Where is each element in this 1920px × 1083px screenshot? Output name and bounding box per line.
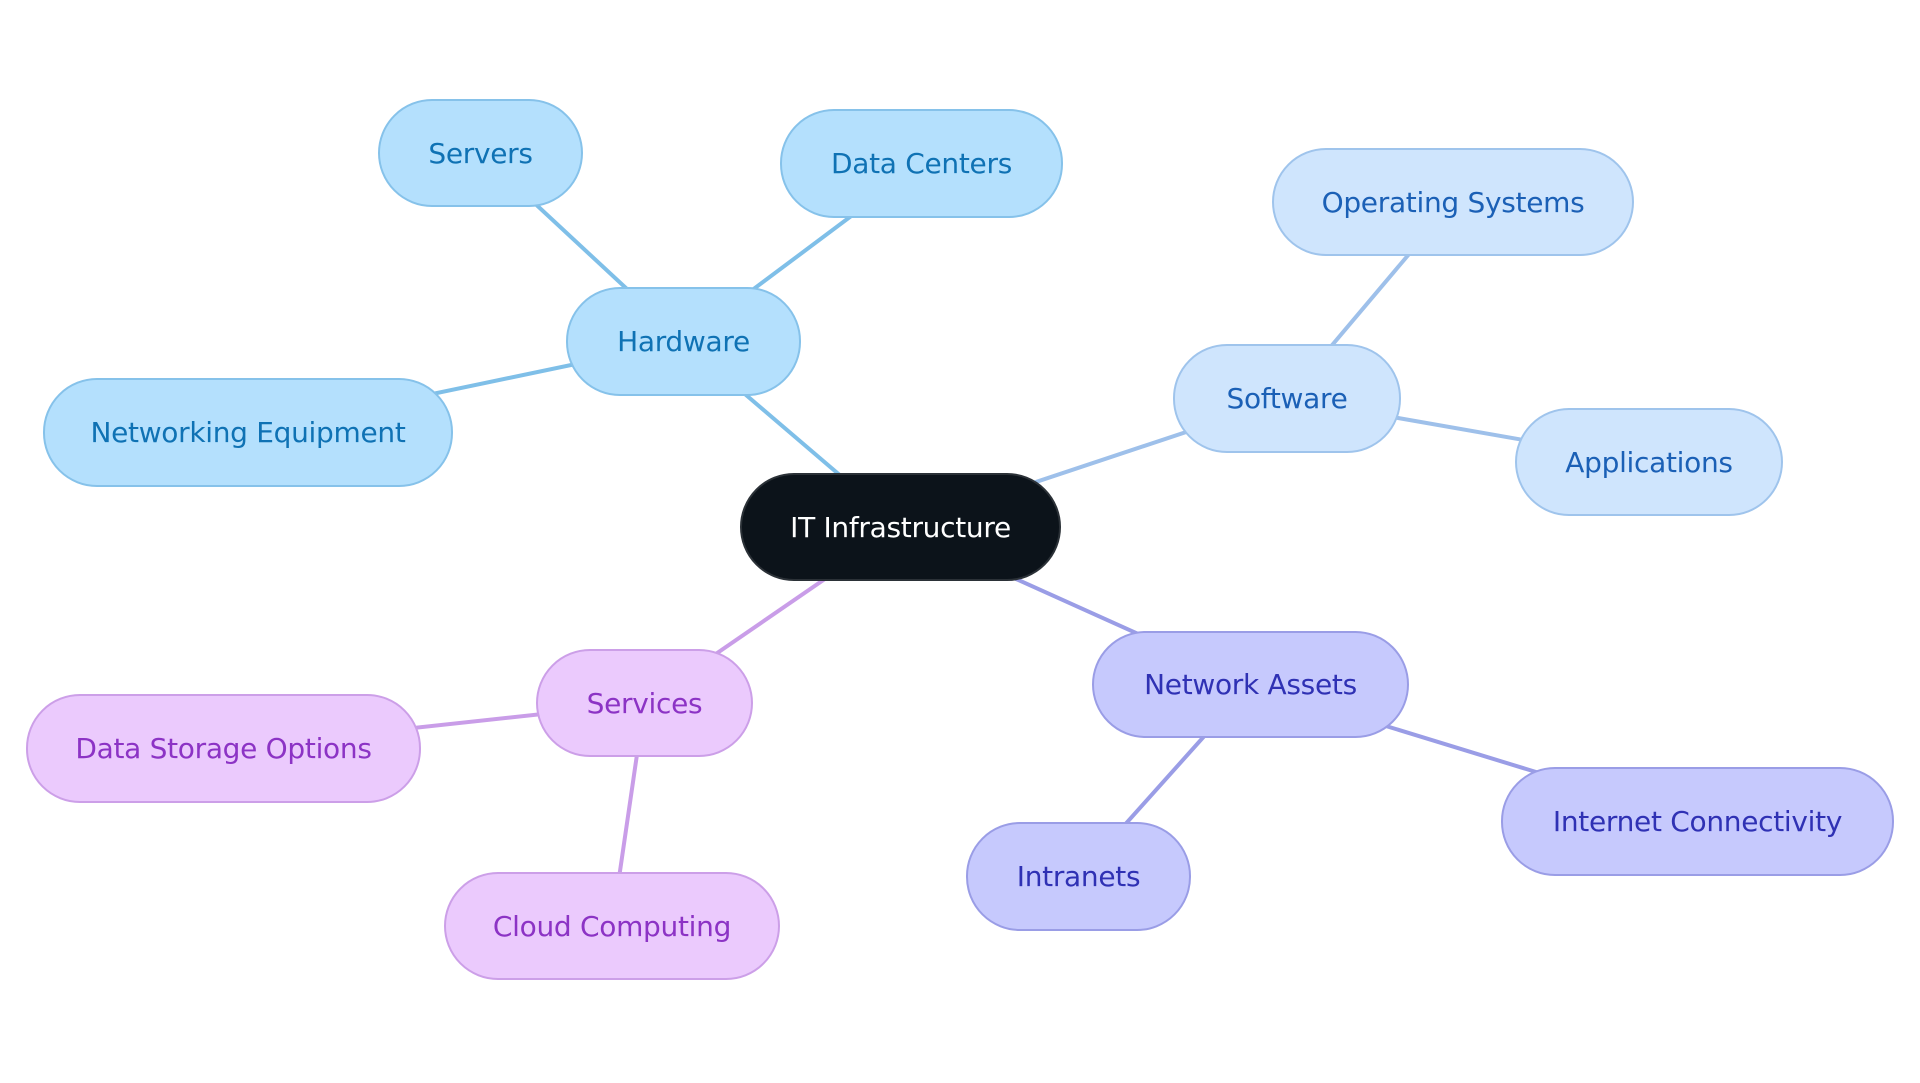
node-label: Software — [1226, 382, 1348, 415]
node-services[interactable]: Services — [536, 649, 753, 757]
node-label: Applications — [1565, 445, 1733, 479]
node-hardware[interactable]: Hardware — [566, 287, 801, 396]
node-label: Data Storage Options — [75, 732, 372, 765]
node-internet-connectivity[interactable]: Internet Connectivity — [1501, 767, 1894, 876]
node-networking-equipment[interactable]: Networking Equipment — [43, 378, 453, 487]
node-data-storage-options[interactable]: Data Storage Options — [26, 694, 421, 803]
node-intranets[interactable]: Intranets — [966, 822, 1191, 931]
node-operating-systems[interactable]: Operating Systems — [1272, 148, 1634, 256]
node-label: Hardware — [617, 325, 750, 358]
node-label: Cloud Computing — [492, 909, 732, 943]
node-label: Internet Connectivity — [1552, 805, 1843, 838]
node-label: Operating Systems — [1321, 185, 1585, 219]
node-servers[interactable]: Servers — [378, 99, 583, 207]
node-label: Servers — [428, 136, 533, 170]
node-label: Networking Equipment — [90, 416, 406, 449]
node-it-infrastructure[interactable]: IT Infrastructure — [740, 473, 1061, 581]
node-label: Data Centers — [831, 147, 1012, 180]
node-data-centers[interactable]: Data Centers — [780, 109, 1063, 218]
node-label: Network Assets — [1144, 668, 1357, 701]
node-label: IT Infrastructure — [790, 510, 1011, 544]
node-network-assets[interactable]: Network Assets — [1092, 631, 1409, 738]
node-cloud-computing[interactable]: Cloud Computing — [444, 872, 780, 980]
node-applications[interactable]: Applications — [1515, 408, 1783, 516]
node-software[interactable]: Software — [1173, 344, 1401, 453]
node-label: Services — [586, 686, 703, 720]
node-label: Intranets — [1016, 860, 1141, 893]
